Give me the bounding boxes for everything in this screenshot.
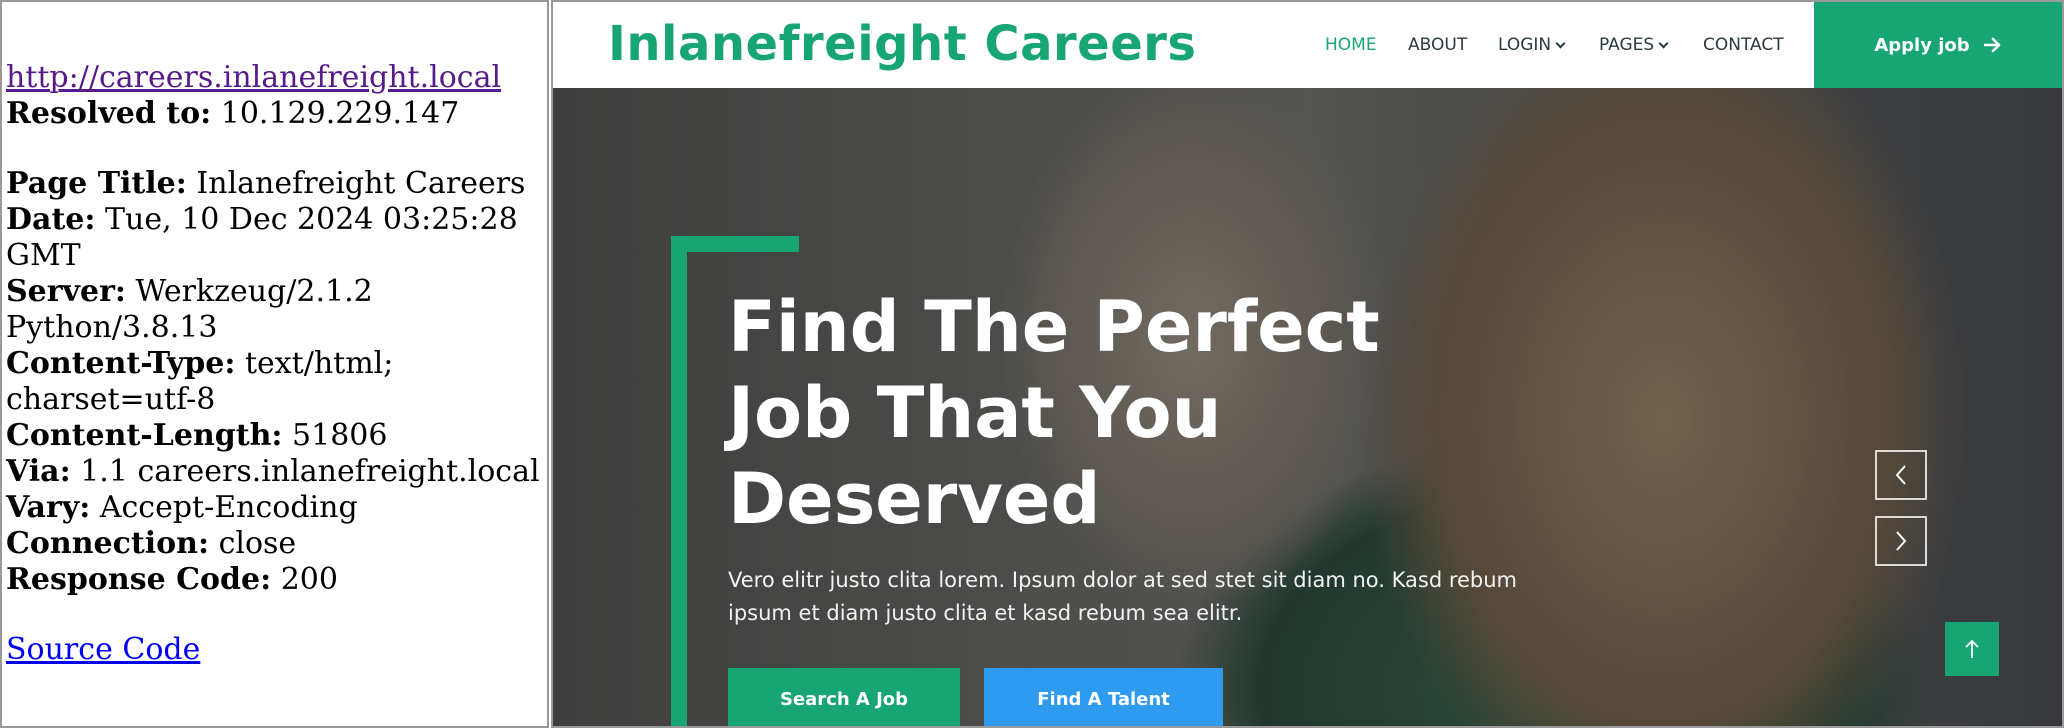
- page-title-value: Inlanefreight Careers: [196, 166, 526, 201]
- content-type-row: Content-Type: text/html; charset=utf-8: [6, 346, 546, 418]
- arrow-up-icon: [1965, 639, 1979, 658]
- content-type-label: Content-Type:: [6, 346, 236, 381]
- chevron-left-icon: [1895, 465, 1906, 485]
- nav-home[interactable]: HOME: [1325, 35, 1377, 55]
- content-length-row: Content-Length: 51806: [6, 418, 546, 454]
- page-title-row: Page Title: Inlanefreight Careers: [6, 166, 546, 202]
- search-job-button[interactable]: Search A Job: [728, 668, 960, 726]
- chevron-down-icon: [1555, 38, 1566, 49]
- nav-about[interactable]: ABOUT: [1408, 35, 1467, 55]
- hero-title: Find The Perfect Job That You Deserved: [728, 286, 1380, 540]
- response-code-label: Response Code:: [6, 562, 272, 597]
- vary-row: Vary: Accept-Encoding: [6, 490, 546, 526]
- connection-value: close: [218, 526, 297, 561]
- date-label: Date:: [6, 202, 96, 237]
- server-row: Server: Werkzeug/2.1.2 Python/3.8.13: [6, 274, 546, 346]
- resolved-label: Resolved to:: [6, 96, 212, 131]
- hero-carousel: Find The Perfect Job That You Deserved V…: [553, 88, 2062, 726]
- chevron-down-icon: [1658, 38, 1669, 49]
- hero-text: Vero elitr justo clita lorem. Ipsum dolo…: [728, 568, 1518, 625]
- connection-label: Connection:: [6, 526, 210, 561]
- find-talent-button[interactable]: Find A Talent: [984, 668, 1223, 726]
- connection-row: Connection: close: [6, 526, 546, 562]
- source-code-link[interactable]: Source Code: [6, 632, 547, 668]
- brand-logo[interactable]: Inlanefreight Careers: [608, 16, 1197, 72]
- nav-pages[interactable]: PAGES: [1599, 35, 1669, 55]
- response-code-value: 200: [280, 562, 338, 597]
- hero-accent-bar: [671, 236, 687, 726]
- content-length-value: 51806: [292, 418, 388, 453]
- carousel-prev-button[interactable]: [1875, 450, 1927, 500]
- server-label: Server:: [6, 274, 126, 309]
- nav-contact[interactable]: CONTACT: [1703, 35, 1784, 55]
- back-to-top-button[interactable]: [1945, 622, 1999, 676]
- response-code-row: Response Code: 200: [6, 562, 546, 598]
- hero-accent-bar-top: [671, 236, 799, 252]
- apply-job-button[interactable]: Apply job: [1814, 2, 2062, 88]
- site-url-link[interactable]: http://careers.inlanefreight.local: [6, 60, 547, 96]
- nav-login-label: LOGIN: [1498, 35, 1552, 55]
- carousel-next-button[interactable]: [1875, 516, 1927, 566]
- nav-pages-label: PAGES: [1599, 35, 1655, 55]
- vary-label: Vary:: [6, 490, 91, 525]
- vary-value: Accept-Encoding: [99, 490, 358, 525]
- apply-job-label: Apply job: [1874, 34, 1970, 56]
- chevron-right-icon: [1896, 531, 1907, 551]
- date-row: Date: Tue, 10 Dec 2024 03:25:28 GMT: [6, 202, 546, 274]
- info-panel: http://careers.inlanefreight.local Resol…: [0, 0, 549, 728]
- via-row: Via: 1.1 careers.inlanefreight.local: [6, 454, 546, 490]
- resolved-row: Resolved to: 10.129.229.147: [6, 96, 546, 132]
- navbar: Inlanefreight Careers HOME ABOUT LOGIN P…: [553, 2, 2062, 88]
- page-title-label: Page Title:: [6, 166, 187, 201]
- via-label: Via:: [6, 454, 71, 489]
- resolved-value: 10.129.229.147: [220, 96, 460, 131]
- site-screenshot: Inlanefreight Careers HOME ABOUT LOGIN P…: [551, 0, 2064, 728]
- arrow-right-icon: [1983, 37, 2000, 53]
- content-length-label: Content-Length:: [6, 418, 283, 453]
- nav-login[interactable]: LOGIN: [1498, 35, 1566, 55]
- via-value: 1.1 careers.inlanefreight.local: [80, 454, 540, 489]
